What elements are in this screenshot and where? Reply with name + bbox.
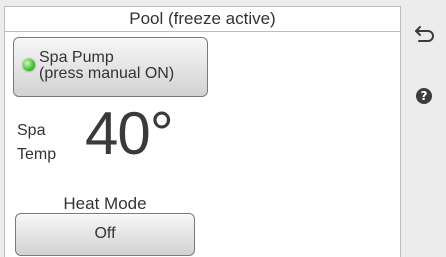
- spa-pump-label-line2: (press manual ON): [39, 65, 175, 82]
- side-bar: ?: [401, 0, 446, 257]
- back-arrow-icon[interactable]: [414, 24, 436, 44]
- spa-temp-value: 40°: [85, 100, 174, 167]
- heat-mode-value: Off: [94, 225, 116, 242]
- heat-mode-button[interactable]: Off: [15, 213, 195, 256]
- spa-pump-button[interactable]: Spa Pump (press manual ON): [13, 37, 208, 97]
- status-led-icon: [23, 59, 35, 71]
- spa-pump-label: Spa Pump (press manual ON): [39, 50, 174, 82]
- page-title: Pool (freeze active): [5, 7, 400, 32]
- spa-temp-label-line2: Temp: [17, 146, 57, 163]
- spa-temp-label: Spa Temp: [17, 119, 56, 167]
- spa-pump-label-line1: Spa Pump: [39, 49, 114, 66]
- help-icon[interactable]: ?: [416, 88, 432, 104]
- heat-mode-title: Heat Mode: [63, 194, 147, 213]
- main-panel: Pool (freeze active) Spa Pump (press man…: [4, 6, 401, 257]
- spa-temp-label-line1: Spa: [17, 122, 46, 139]
